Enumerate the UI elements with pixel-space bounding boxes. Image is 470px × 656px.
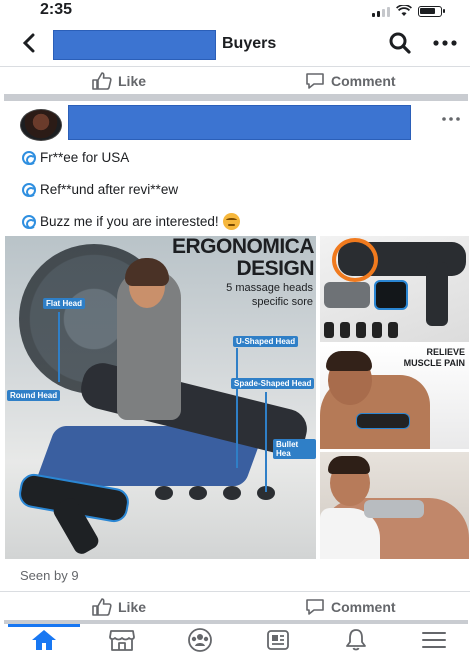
post-image-gallery[interactable]: ERGONOMICA DESIGN 5 massage heads specif… — [5, 236, 469, 559]
menu-icon — [422, 632, 446, 648]
comment-icon — [306, 599, 324, 615]
comment-label: Comment — [331, 599, 396, 615]
relieve-pain-image[interactable]: RELIEVE MUSCLE PAIN — [320, 345, 469, 449]
carry-case-graphic — [324, 282, 370, 308]
tab-menu[interactable] — [404, 624, 464, 656]
cyclone-icon — [22, 182, 36, 197]
massage-gun-handle-graphic — [426, 262, 448, 326]
label-connector — [265, 392, 267, 492]
spade-head-label: Spade-Shaped Head — [231, 378, 315, 389]
round-head-label: Round Head — [7, 390, 61, 401]
thumbs-up-icon — [92, 72, 112, 90]
post-actions: Like Comment — [0, 592, 470, 622]
bell-icon — [346, 629, 366, 651]
chevron-left-icon — [22, 33, 35, 53]
search-button[interactable] — [388, 31, 414, 57]
comment-label: Comment — [331, 73, 396, 89]
main-product-image[interactable]: ERGONOMICA DESIGN 5 massage heads specif… — [5, 236, 316, 559]
relieve-caption-line: RELIEVE — [426, 347, 465, 357]
bottom-tab-bar — [0, 624, 470, 656]
previous-post-actions: Like Comment — [0, 66, 470, 96]
image-headline: ERGONOMICA DESIGN — [152, 236, 315, 280]
post-separator — [4, 94, 468, 101]
comment-button[interactable]: Comment — [305, 72, 396, 90]
image-headline-line: ERGONOMICA — [172, 236, 315, 258]
massage-gun-graphic — [364, 500, 424, 518]
model-hair-graphic — [328, 456, 370, 474]
nav-bar: Buyers — [0, 22, 470, 66]
massage-heads-graphic — [155, 486, 275, 500]
redacted-author-name — [68, 105, 411, 140]
bullet-head-label: Bullet Hea — [273, 439, 316, 459]
tab-notifications[interactable] — [326, 624, 386, 656]
wifi-icon — [396, 5, 412, 16]
groups-icon — [188, 628, 212, 652]
relieve-caption-line: MUSCLE PAIN — [403, 358, 465, 368]
signal-icon — [372, 6, 390, 17]
redacted-group-name — [53, 30, 216, 60]
news-icon — [267, 630, 289, 650]
back-button[interactable] — [22, 32, 36, 60]
like-button[interactable]: Like — [92, 72, 146, 90]
marketplace-icon — [109, 630, 135, 651]
product-kit-image[interactable] — [320, 236, 469, 342]
avatar[interactable] — [20, 109, 62, 141]
cyclone-icon — [22, 150, 36, 165]
post-line: Ref**und after revi**ew — [22, 182, 178, 197]
post-header — [0, 104, 470, 144]
tab-news[interactable] — [248, 624, 308, 656]
tab-home[interactable] — [14, 624, 74, 656]
relieved-face-icon — [222, 213, 240, 230]
image-subheadline: 5 massage heads specific sore — [195, 281, 313, 309]
tab-marketplace[interactable] — [92, 624, 152, 656]
thumbs-up-icon — [92, 598, 112, 616]
page-title: Buyers — [222, 35, 277, 52]
status-icons — [372, 5, 445, 17]
comment-icon — [306, 73, 324, 89]
search-icon — [389, 32, 411, 54]
post-line: Buzz me if you are interested! — [22, 213, 240, 230]
arm-massage-image[interactable] — [320, 452, 469, 559]
battery-icon — [418, 5, 445, 17]
more-button[interactable] — [432, 30, 458, 62]
model-hair-graphic — [326, 351, 372, 371]
comment-button[interactable]: Comment — [305, 598, 396, 616]
relieve-caption: RELIEVE MUSCLE PAIN — [404, 347, 465, 369]
seen-by-count: Seen by 9 — [20, 568, 79, 583]
status-time: 2:35 — [40, 1, 73, 18]
post-options-button[interactable] — [441, 110, 461, 128]
like-button[interactable]: Like — [92, 598, 146, 616]
image-headline-line: DESIGN — [236, 257, 314, 280]
image-subheadline-line: 5 massage heads — [226, 282, 313, 294]
massage-gun-graphic — [356, 413, 410, 429]
like-label: Like — [118, 599, 147, 615]
like-label: Like — [118, 73, 147, 89]
status-bar: 2:35 — [0, 0, 470, 22]
post-line-text: Buzz me if you are interested! — [40, 214, 219, 229]
flat-head-label: Flat Head — [43, 298, 86, 309]
post-line-text: Ref**und after revi**ew — [40, 182, 179, 197]
image-subheadline-line: specific sore — [251, 296, 313, 308]
tab-groups[interactable] — [170, 624, 230, 656]
post-line-text: Fr**ee for USA — [40, 150, 130, 165]
more-dots-icon — [442, 117, 460, 121]
label-connector — [236, 348, 238, 468]
massage-head-ring-graphic — [332, 238, 378, 282]
more-dots-icon — [433, 40, 457, 46]
cyclone-icon — [22, 214, 36, 229]
post-line: Fr**ee for USA — [22, 150, 129, 165]
display-screen-graphic — [374, 280, 408, 310]
massage-heads-graphic — [324, 322, 398, 338]
label-connector — [58, 312, 60, 382]
home-icon — [32, 630, 56, 650]
u-shaped-head-label: U-Shaped Head — [233, 336, 299, 347]
